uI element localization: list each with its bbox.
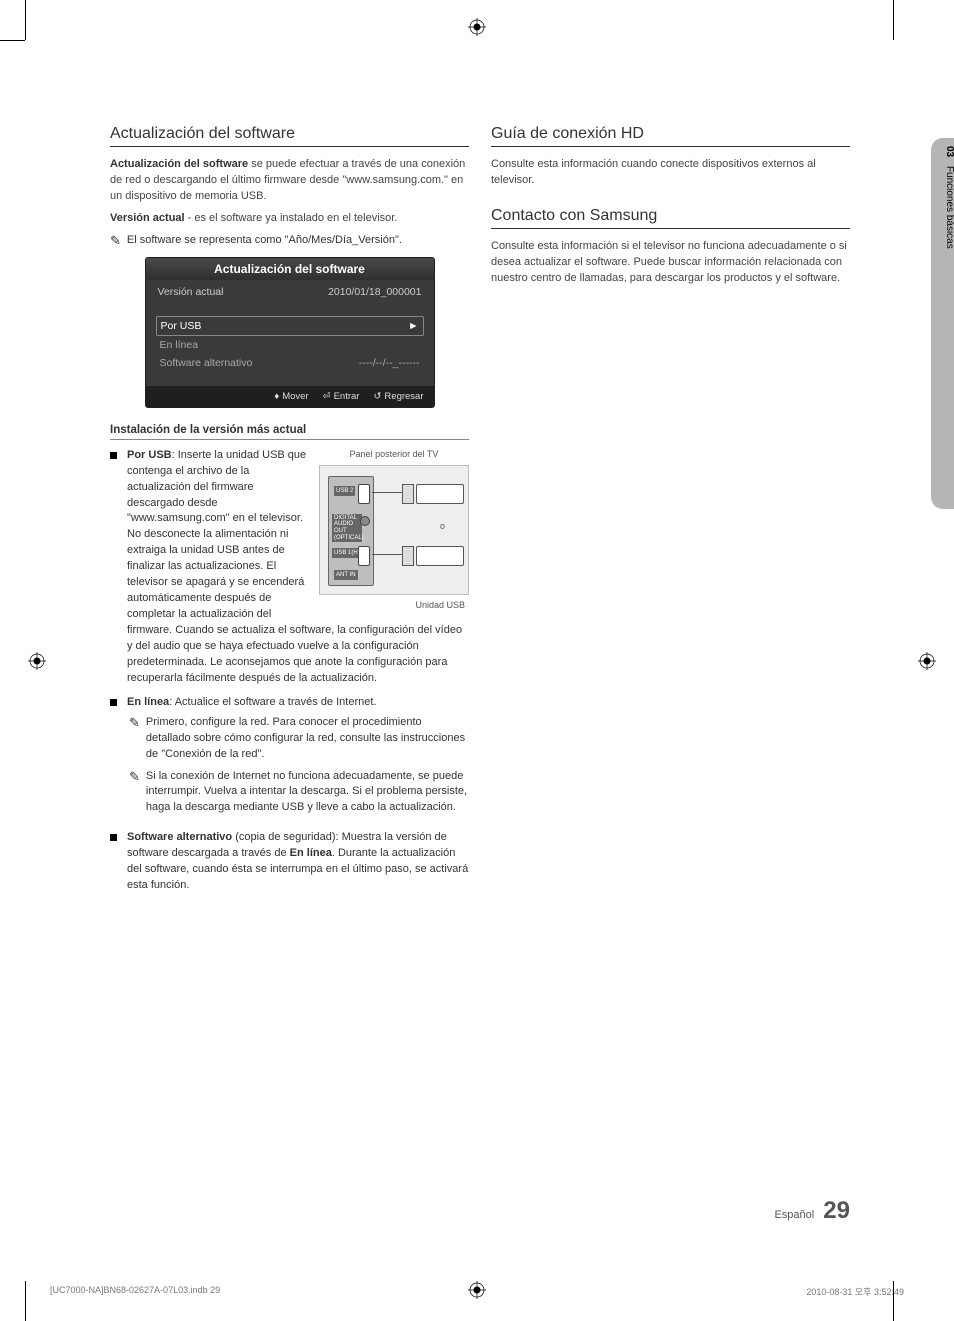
body-text: : Actualice el software a través de Inte…	[169, 696, 376, 708]
heading-hd-guide: Guía de conexión HD	[491, 125, 850, 147]
paragraph: Consulte esta información cuando conecte…	[491, 157, 850, 189]
paragraph: Actualización del software se puede efec…	[110, 157, 469, 205]
page-content: Actualización del software Actualización…	[110, 125, 850, 1255]
note-icon: ✎	[110, 234, 121, 250]
term: En línea	[127, 696, 169, 708]
body-text: - es el software ya instalado en el tele…	[185, 212, 398, 224]
term: En línea	[290, 847, 332, 859]
note: ✎ El software se representa como "Año/Me…	[110, 233, 469, 249]
section-tab: 03 Funciones básicas	[931, 138, 954, 509]
osd-hint-label: Entrar	[334, 391, 360, 402]
bullet-item-alt-software: Software alternativo (copia de seguridad…	[110, 830, 469, 894]
osd-item-alt: Software alternativo ----/--/--_------	[156, 354, 424, 372]
print-timestamp: 2010-08-31 오후 3:52:49	[806, 1285, 904, 1298]
return-icon: ↺	[373, 391, 381, 402]
footer-language: Español	[774, 1209, 814, 1221]
left-column: Actualización del software Actualización…	[110, 125, 469, 902]
osd-item-label: Software alternativo	[160, 357, 253, 369]
bullet-body: En línea: Actualice el software a través…	[127, 695, 469, 823]
crop-mark	[0, 40, 25, 41]
osd-current-version-row: Versión actual 2010/01/18_000001	[146, 280, 434, 316]
term: Software alternativo	[127, 831, 232, 843]
osd-hint-label: Mover	[282, 391, 308, 402]
bullet-item-online: En línea: Actualice el software a través…	[110, 695, 469, 823]
note-icon: ✎	[129, 716, 140, 764]
osd-item-label: Por USB	[161, 320, 202, 332]
right-column: Guía de conexión HD Consulte esta inform…	[491, 125, 850, 902]
heading-software-update: Actualización del software	[110, 125, 469, 147]
osd-title: Actualización del software	[146, 258, 434, 280]
updown-icon: ♦	[274, 391, 279, 402]
play-icon: ►	[408, 320, 418, 332]
osd-item-usb: Por USB ►	[156, 316, 424, 336]
print-file-name: [UC7000-NA]BN68-02627A-07L03.indb 29	[50, 1285, 220, 1298]
osd-hint-move: ♦Mover	[274, 391, 308, 402]
osd-list: Por USB ► En línea Software alternativo …	[146, 316, 434, 386]
sub-note-list: ✎ Primero, configure la red. Para conoce…	[127, 715, 469, 817]
page-number: 29	[823, 1197, 850, 1224]
note-icon: ✎	[129, 770, 140, 818]
osd-hint-label: Regresar	[384, 391, 423, 402]
registration-mark-icon	[918, 652, 936, 670]
bullet-body: Software alternativo (copia de seguridad…	[127, 830, 469, 894]
note-text: Si la conexión de Internet no funciona a…	[146, 769, 469, 817]
registration-mark-icon	[468, 18, 486, 36]
crop-mark	[25, 0, 26, 40]
tv-panel-diagram: Panel posterior del TV USB 2 DIGITAL AUD…	[319, 448, 469, 612]
bullet-icon	[110, 699, 117, 706]
diagram-caption-bottom: Unidad USB	[319, 599, 469, 612]
osd-row-label: Versión actual	[158, 286, 224, 298]
osd-item-label: En línea	[160, 339, 199, 351]
page-footer: Español 29	[774, 1197, 850, 1225]
bullet-icon	[110, 834, 117, 841]
heading-contact: Contacto con Samsung	[491, 207, 850, 229]
note: ✎ Si la conexión de Internet no funciona…	[127, 769, 469, 817]
osd-row-value: 2010/01/18_000001	[328, 286, 421, 298]
diagram-caption-top: Panel posterior del TV	[319, 448, 469, 461]
term: Versión actual	[110, 212, 185, 224]
section-number: 03	[944, 146, 954, 157]
paragraph: Consulte esta información si el televiso…	[491, 239, 850, 287]
bullet-item-usb: Panel posterior del TV USB 2 DIGITAL AUD…	[110, 448, 469, 687]
bullet-icon	[110, 452, 117, 459]
term: Actualización del software	[110, 158, 248, 170]
crop-mark	[25, 1281, 26, 1321]
section-label: Funciones básicas	[944, 166, 954, 249]
term: Por USB	[127, 449, 172, 461]
osd-hint-return: ↺Regresar	[373, 391, 423, 402]
registration-mark-icon	[28, 652, 46, 670]
enter-icon: ⏎	[323, 391, 331, 402]
paragraph: Versión actual - es el software ya insta…	[110, 211, 469, 227]
osd-hint-enter: ⏎Entrar	[323, 391, 360, 402]
note: ✎ Primero, configure la red. Para conoce…	[127, 715, 469, 763]
print-footer: [UC7000-NA]BN68-02627A-07L03.indb 29 201…	[50, 1285, 904, 1298]
bullet-list: Panel posterior del TV USB 2 DIGITAL AUD…	[110, 448, 469, 894]
note-text: Primero, configure la red. Para conocer …	[146, 715, 469, 763]
crop-mark	[893, 0, 894, 40]
osd-item-value: ----/--/--_------	[359, 357, 420, 369]
osd-panel: Actualización del software Versión actua…	[145, 257, 435, 408]
note-text: El software se representa como "Año/Mes/…	[127, 233, 402, 249]
bullet-body: Panel posterior del TV USB 2 DIGITAL AUD…	[127, 448, 469, 687]
subheading-install: Instalación de la versión más actual	[110, 424, 469, 440]
osd-footer: ♦Mover ⏎Entrar ↺Regresar	[146, 386, 434, 407]
osd-item-online: En línea	[156, 336, 424, 354]
diagram-graphic: USB 2 DIGITAL AUDIO OUT (OPTICAL) USB 1(…	[319, 465, 469, 595]
